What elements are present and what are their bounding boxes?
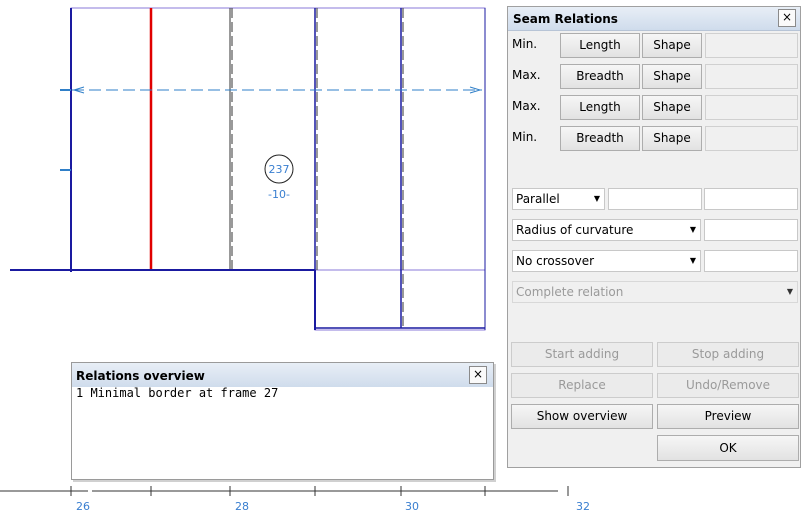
row-2-label: Max. bbox=[512, 68, 541, 82]
crossover-chevron-down-icon: ▼ bbox=[689, 256, 696, 265]
row-1-length-button[interactable]: Length bbox=[560, 33, 640, 58]
overview-list-item[interactable]: 1 Minimal border at frame 27 bbox=[76, 386, 278, 400]
axis-label-32: 32 bbox=[576, 500, 590, 513]
crossover-select-value: No crossover bbox=[516, 254, 595, 268]
seam-relations-close-button[interactable]: × bbox=[778, 9, 796, 27]
replace-button[interactable]: Replace bbox=[511, 373, 653, 398]
seam-relations-panel: Seam Relations × Min. Length Shape Max. … bbox=[507, 6, 801, 468]
start-adding-button[interactable]: Start adding bbox=[511, 342, 653, 367]
radius-select[interactable]: Radius of curvature ▼ bbox=[512, 219, 701, 241]
parallel-chevron-down-icon: ▼ bbox=[593, 194, 600, 203]
row-2-breadth-button[interactable]: Breadth bbox=[560, 64, 640, 89]
frame-outline-upper bbox=[70, 7, 486, 271]
row-4-shape-button[interactable]: Shape bbox=[642, 126, 702, 151]
row-4-label: Min. bbox=[512, 130, 538, 144]
row-4-breadth-button[interactable]: Breadth bbox=[560, 126, 640, 151]
row-3-label: Max. bbox=[512, 99, 541, 113]
complete-relation-chevron-down-icon: ▼ bbox=[786, 287, 793, 296]
parallel-select-value: Parallel bbox=[516, 192, 560, 206]
crossover-select[interactable]: No crossover ▼ bbox=[512, 250, 701, 272]
ok-button[interactable]: OK bbox=[657, 435, 799, 461]
undo-remove-button[interactable]: Undo/Remove bbox=[657, 373, 799, 398]
row-1-shape-button[interactable]: Shape bbox=[642, 33, 702, 58]
radius-select-value: Radius of curvature bbox=[516, 223, 634, 237]
frame-outline-lower bbox=[314, 269, 486, 331]
axis-label-26: 26 bbox=[76, 500, 90, 513]
radius-chevron-down-icon: ▼ bbox=[689, 225, 696, 234]
row-2-value-field[interactable] bbox=[705, 64, 798, 89]
parallel-select[interactable]: Parallel ▼ bbox=[512, 188, 605, 210]
radius-value-field[interactable] bbox=[704, 219, 798, 241]
relations-overview-panel: Relations overview × 1 Minimal border at… bbox=[71, 362, 494, 480]
axis-label-28: 28 bbox=[235, 500, 249, 513]
frame-marker-number: 237 bbox=[269, 163, 290, 176]
parallel-value-field-2[interactable] bbox=[704, 188, 798, 210]
row-4-value-field[interactable] bbox=[705, 126, 798, 151]
frame-marker-sub: -10- bbox=[268, 188, 290, 201]
row-1-label: Min. bbox=[512, 37, 538, 51]
parallel-value-field-1[interactable] bbox=[608, 188, 702, 210]
relations-overview-close-button[interactable]: × bbox=[469, 366, 487, 384]
complete-relation-select-value: Complete relation bbox=[516, 285, 624, 299]
preview-button[interactable]: Preview bbox=[657, 404, 799, 429]
row-1-value-field[interactable] bbox=[705, 33, 798, 58]
stop-adding-button[interactable]: Stop adding bbox=[657, 342, 799, 367]
seam-relations-title: Seam Relations bbox=[508, 7, 800, 31]
row-2-shape-button[interactable]: Shape bbox=[642, 64, 702, 89]
crossover-value-field[interactable] bbox=[704, 250, 798, 272]
axis-label-30: 30 bbox=[405, 500, 419, 513]
complete-relation-select[interactable]: Complete relation ▼ bbox=[512, 281, 798, 303]
row-3-value-field[interactable] bbox=[705, 95, 798, 120]
show-overview-button[interactable]: Show overview bbox=[511, 404, 653, 429]
relations-overview-title: Relations overview bbox=[72, 363, 493, 387]
row-3-shape-button[interactable]: Shape bbox=[642, 95, 702, 120]
row-3-length-button[interactable]: Length bbox=[560, 95, 640, 120]
